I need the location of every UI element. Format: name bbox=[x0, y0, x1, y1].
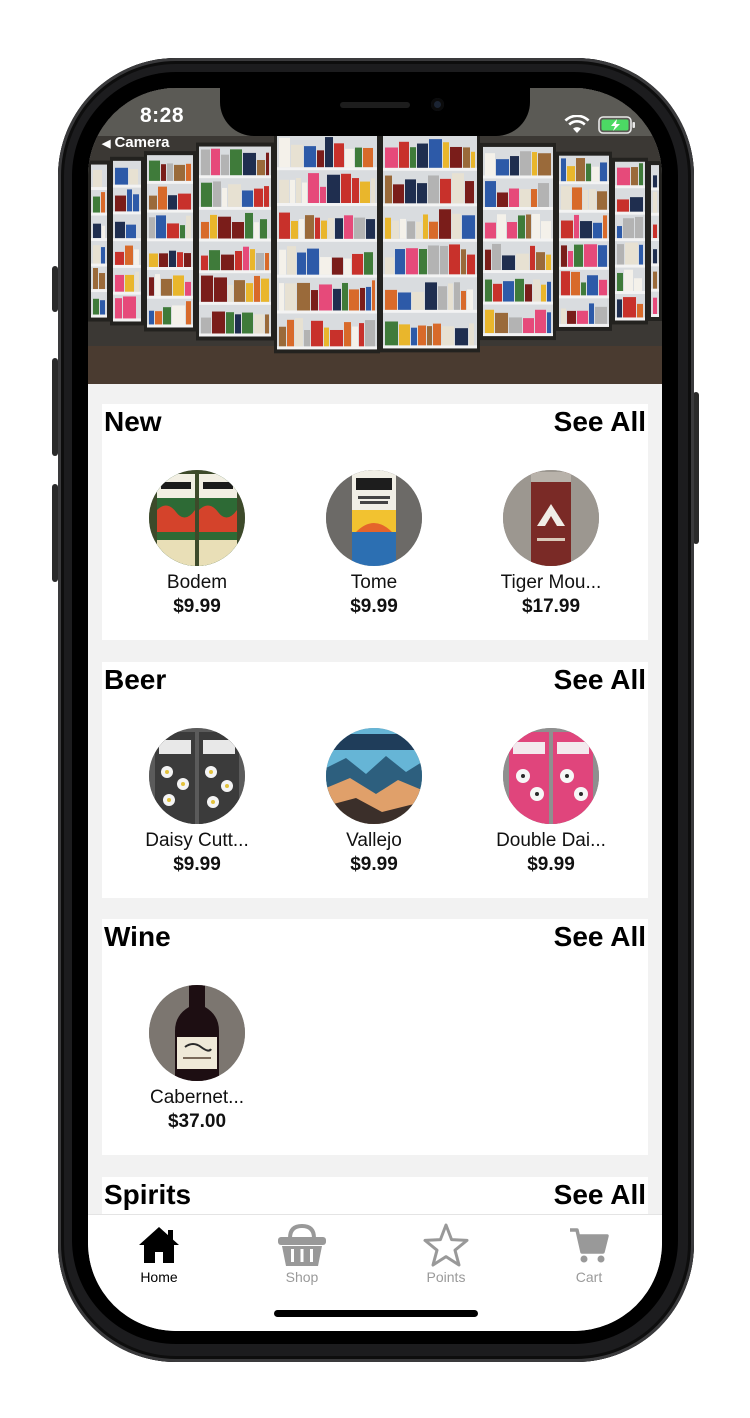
tab-shop[interactable]: Shop bbox=[247, 1221, 357, 1285]
back-app-label: Camera bbox=[114, 134, 170, 151]
product-card[interactable]: Bodem $9.99 bbox=[109, 470, 285, 618]
tab-label: Points bbox=[426, 1269, 466, 1285]
section-title: Wine bbox=[104, 921, 171, 952]
section-title: New bbox=[104, 406, 162, 437]
see-all-button[interactable]: See All bbox=[554, 921, 646, 953]
product-image bbox=[149, 985, 245, 1081]
product-image bbox=[503, 470, 599, 566]
section-wine: Wine See All Cabernet... $37.00 bbox=[102, 919, 648, 1155]
device-notch bbox=[220, 88, 530, 136]
product-card[interactable]: Tome $9.99 bbox=[286, 470, 462, 618]
product-card[interactable]: Tiger Mou... $17.99 bbox=[463, 470, 639, 618]
section-beer: Beer See All Daisy Cutt... $9.99 Vallejo… bbox=[102, 662, 648, 898]
battery-charging-icon bbox=[598, 116, 635, 134]
product-image bbox=[149, 470, 245, 566]
star-icon bbox=[423, 1223, 469, 1267]
tab-home[interactable]: Home bbox=[104, 1221, 214, 1285]
tab-points[interactable]: Points bbox=[391, 1221, 501, 1285]
tab-cart[interactable]: Cart bbox=[534, 1221, 644, 1285]
product-image bbox=[149, 728, 245, 824]
section-new: New See All Bodem $9.99 Tome $9.99 Tiger… bbox=[102, 404, 648, 640]
tab-label: Cart bbox=[575, 1269, 603, 1285]
home-indicator bbox=[274, 1310, 478, 1317]
product-name: Daisy Cutt... bbox=[145, 830, 249, 851]
product-card[interactable]: Cabernet... $37.00 bbox=[109, 985, 285, 1133]
front-camera bbox=[431, 98, 444, 111]
tab-label: Home bbox=[140, 1269, 178, 1285]
product-name: Bodem bbox=[166, 572, 228, 593]
section-spirits: Spirits See All bbox=[102, 1177, 648, 1214]
back-arrow-icon: ◀ bbox=[102, 138, 111, 150]
product-price: $9.99 bbox=[527, 854, 575, 875]
product-card[interactable]: Daisy Cutt... $9.99 bbox=[109, 728, 285, 876]
back-to-app-link[interactable]: ◀ Camera bbox=[102, 134, 170, 151]
see-all-button[interactable]: See All bbox=[554, 1179, 646, 1211]
product-card[interactable]: Double Dai... $9.99 bbox=[463, 728, 639, 876]
tab-label: Shop bbox=[285, 1269, 319, 1285]
product-image bbox=[326, 470, 422, 566]
see-all-button[interactable]: See All bbox=[554, 664, 646, 696]
product-card[interactable]: Vallejo $9.99 bbox=[286, 728, 462, 876]
earpiece-speaker bbox=[340, 102, 410, 108]
product-price: $9.99 bbox=[173, 854, 221, 875]
basket-icon bbox=[278, 1223, 326, 1266]
product-price: $17.99 bbox=[521, 596, 581, 617]
see-all-button[interactable]: See All bbox=[554, 406, 646, 438]
product-name: Cabernet... bbox=[150, 1087, 244, 1108]
status-time: 8:28 bbox=[140, 104, 185, 127]
product-image bbox=[503, 728, 599, 824]
product-name: Tiger Mou... bbox=[500, 572, 602, 593]
home-icon bbox=[139, 1227, 179, 1263]
wifi-icon bbox=[564, 115, 590, 133]
product-name: Double Dai... bbox=[496, 830, 606, 851]
section-title: Beer bbox=[104, 664, 167, 695]
product-price: $9.99 bbox=[350, 596, 398, 617]
content-scroll[interactable]: New See All Bodem $9.99 Tome $9.99 Tiger… bbox=[88, 384, 662, 1214]
product-price: $37.00 bbox=[167, 1111, 227, 1132]
cart-icon bbox=[570, 1228, 609, 1263]
product-price: $9.99 bbox=[350, 854, 398, 875]
section-title: Spirits bbox=[104, 1179, 192, 1210]
product-price: $9.99 bbox=[173, 596, 221, 617]
product-image bbox=[326, 728, 422, 824]
product-name: Vallejo bbox=[346, 830, 402, 851]
app-screen: 8:28 ◀ Camera New See All Bodem $9.99 To… bbox=[88, 88, 662, 1331]
product-name: Tome bbox=[350, 572, 398, 593]
